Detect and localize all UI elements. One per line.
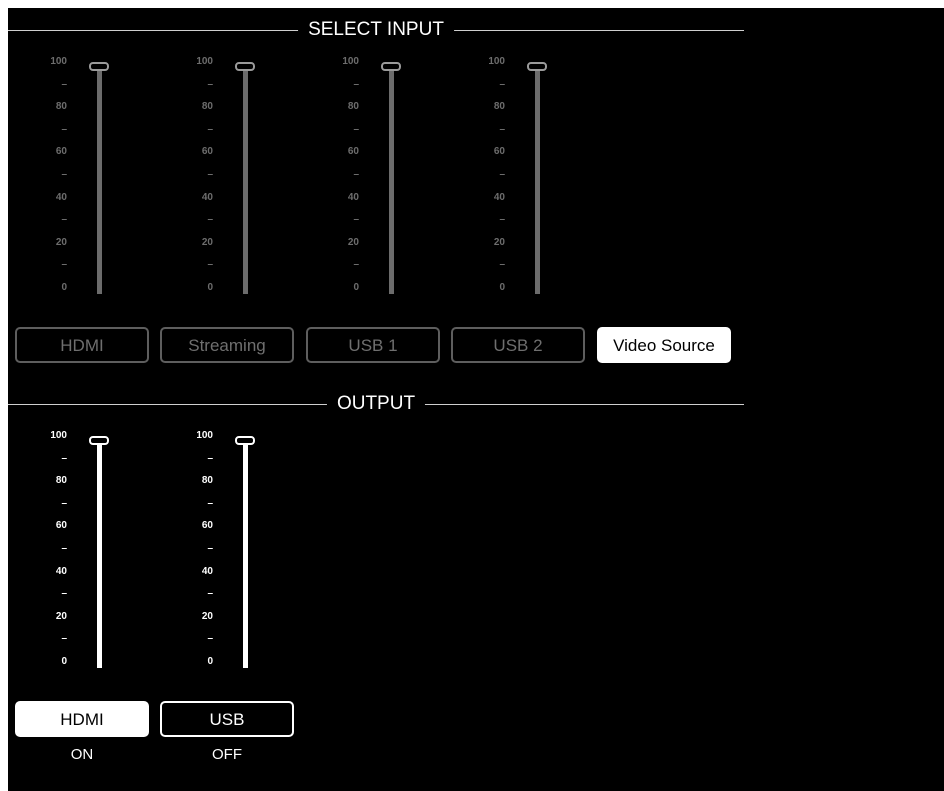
slider-track[interactable]: [97, 70, 102, 294]
scale-label: 0: [61, 656, 67, 667]
slider-handle[interactable]: [89, 436, 109, 445]
scale-label: –: [61, 123, 67, 135]
scale-label: 80: [201, 101, 213, 113]
scale-label: –: [499, 78, 505, 90]
slider-track[interactable]: [97, 444, 102, 668]
scale-label: –: [207, 497, 213, 509]
scale-label: 20: [55, 236, 67, 248]
output-hdmi-status: ON: [70, 746, 94, 763]
slider-handle[interactable]: [235, 436, 255, 445]
scale-label: 100: [488, 56, 505, 67]
scale-label: –: [61, 588, 67, 600]
scale-label: –: [207, 78, 213, 90]
scale-label: 40: [201, 191, 213, 203]
scale-label: –: [207, 169, 213, 180]
scale-label: 0: [353, 282, 359, 293]
output-hdmi-slider[interactable]: 100 – 80 – 60 – 40 – 20 – 0: [17, 430, 117, 675]
scale-label: –: [61, 543, 67, 554]
scale-label: –: [207, 543, 213, 554]
scale-label: 60: [55, 146, 67, 158]
scale-label: 20: [55, 610, 67, 622]
scale-label: 20: [201, 236, 213, 248]
scale-label: –: [61, 214, 67, 226]
scale-label: 20: [493, 236, 505, 248]
scale-label: 60: [347, 146, 359, 158]
select-input-header: SELECT INPUT: [8, 16, 744, 44]
scale-label: –: [61, 633, 67, 645]
scale-label: 20: [201, 610, 213, 622]
input-streaming-slider[interactable]: 100 – 80 – 60 – 40 – 20 – 0: [163, 56, 263, 301]
scale-label: 40: [55, 191, 67, 203]
scale-label: 80: [493, 101, 505, 113]
scale-label: 100: [50, 430, 67, 441]
slider-handle[interactable]: [235, 62, 255, 71]
scale-label: –: [61, 78, 67, 90]
scale-label: 100: [50, 56, 67, 67]
scale-label: 100: [342, 56, 359, 67]
output-hdmi-button[interactable]: HDMI: [15, 701, 149, 737]
scale-label: –: [207, 123, 213, 135]
scale-label: –: [353, 259, 359, 271]
input-hdmi-button[interactable]: HDMI: [15, 327, 149, 363]
scale-label: –: [207, 588, 213, 600]
scale-label: –: [207, 259, 213, 271]
scale-label: –: [61, 497, 67, 509]
scale-label: 60: [201, 146, 213, 158]
scale-label: –: [207, 214, 213, 226]
scale-label: 20: [347, 236, 359, 248]
slider-handle[interactable]: [527, 62, 547, 71]
scale-label: –: [353, 214, 359, 226]
scale-label: 100: [196, 430, 213, 441]
scale-label: –: [61, 259, 67, 271]
scale-label: 80: [55, 475, 67, 487]
scale-label: –: [353, 169, 359, 180]
slider-handle[interactable]: [89, 62, 109, 71]
scale-label: 0: [207, 282, 213, 293]
scale-label: 0: [207, 656, 213, 667]
select-input-title: SELECT INPUT: [298, 16, 454, 44]
input-streaming-button[interactable]: Streaming: [160, 327, 294, 363]
slider-track[interactable]: [243, 70, 248, 294]
scale-label: 100: [196, 56, 213, 67]
slider-track[interactable]: [389, 70, 394, 294]
scale-label: 80: [201, 475, 213, 487]
output-title: OUTPUT: [326, 390, 426, 418]
audio-routing-panel: SELECT INPUT 100 – 80 – 60 – 40 – 20 – 0 100 – 80 – 60 –…: [8, 8, 944, 791]
scale-label: 80: [347, 101, 359, 113]
scale-label: –: [207, 452, 213, 464]
scale-label: –: [499, 214, 505, 226]
scale-label: 60: [493, 146, 505, 158]
scale-label: 60: [55, 520, 67, 532]
scale-label: –: [61, 452, 67, 464]
output-header: OUTPUT: [8, 390, 744, 418]
scale-label: –: [353, 123, 359, 135]
scale-label: 40: [55, 565, 67, 577]
scale-label: –: [499, 169, 505, 180]
slider-handle[interactable]: [381, 62, 401, 71]
scale-label: 60: [201, 520, 213, 532]
scale-label: 40: [201, 565, 213, 577]
output-usb-slider[interactable]: 100 – 80 – 60 – 40 – 20 – 0: [163, 430, 263, 675]
scale-label: 0: [61, 282, 67, 293]
scale-label: 80: [55, 101, 67, 113]
output-usb-status: OFF: [212, 746, 242, 763]
input-usb2-slider[interactable]: 100 – 80 – 60 – 40 – 20 – 0: [455, 56, 555, 301]
input-usb1-slider[interactable]: 100 – 80 – 60 – 40 – 20 – 0: [309, 56, 409, 301]
scale-label: 40: [347, 191, 359, 203]
scale-label: –: [499, 123, 505, 135]
input-hdmi-slider[interactable]: 100 – 80 – 60 – 40 – 20 – 0: [17, 56, 117, 301]
scale-label: –: [61, 169, 67, 180]
scale-label: –: [353, 78, 359, 90]
input-usb2-button[interactable]: USB 2: [451, 327, 585, 363]
scale-label: –: [207, 633, 213, 645]
output-usb-button[interactable]: USB: [160, 701, 294, 737]
input-video-source-button[interactable]: Video Source: [597, 327, 731, 363]
scale-label: –: [499, 259, 505, 271]
slider-track[interactable]: [243, 444, 248, 668]
slider-track[interactable]: [535, 70, 540, 294]
scale-label: 40: [493, 191, 505, 203]
input-usb1-button[interactable]: USB 1: [306, 327, 440, 363]
scale-label: 0: [499, 282, 505, 293]
